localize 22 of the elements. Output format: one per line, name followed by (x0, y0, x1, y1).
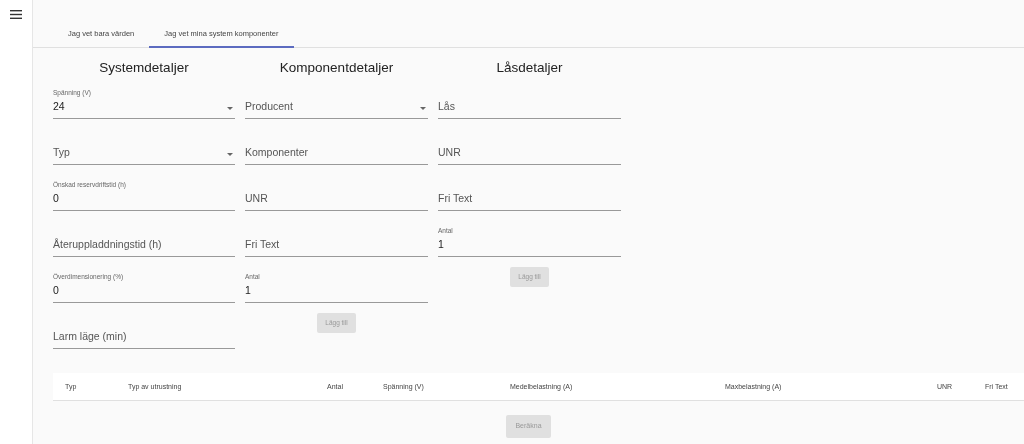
input-field[interactable]: 0 (53, 188, 235, 212)
input-field[interactable]: Lås (438, 96, 621, 120)
input-field[interactable]: Komponenter (245, 142, 428, 166)
input-field[interactable]: Larm läge (min) (53, 326, 235, 350)
caret-icon[interactable] (420, 107, 426, 111)
caret-icon[interactable] (227, 107, 233, 111)
dropdown-field[interactable]: 24 (53, 96, 235, 120)
column-heading: Låsdetaljer (495, 59, 564, 78)
input-field[interactable]: UNR (245, 188, 428, 212)
input-field[interactable]: Fri Text (438, 188, 621, 212)
caret-icon[interactable] (227, 153, 233, 157)
input-field[interactable]: Fri Text (245, 234, 428, 258)
input-field[interactable]: 1 (245, 280, 428, 304)
input-field[interactable]: Återuppladdningstid (h) (53, 234, 235, 258)
dropdown-field[interactable]: Producent (245, 96, 428, 120)
input-field[interactable]: 0 (53, 280, 235, 304)
column-heading: Komponentdetaljer (278, 59, 395, 78)
input-field[interactable]: UNR (438, 142, 621, 166)
input-field[interactable]: 1 (438, 234, 621, 258)
column-heading: Systemdetaljer (98, 59, 190, 78)
dropdown-field[interactable]: Typ (53, 142, 235, 166)
menu-icon[interactable] (10, 10, 22, 19)
